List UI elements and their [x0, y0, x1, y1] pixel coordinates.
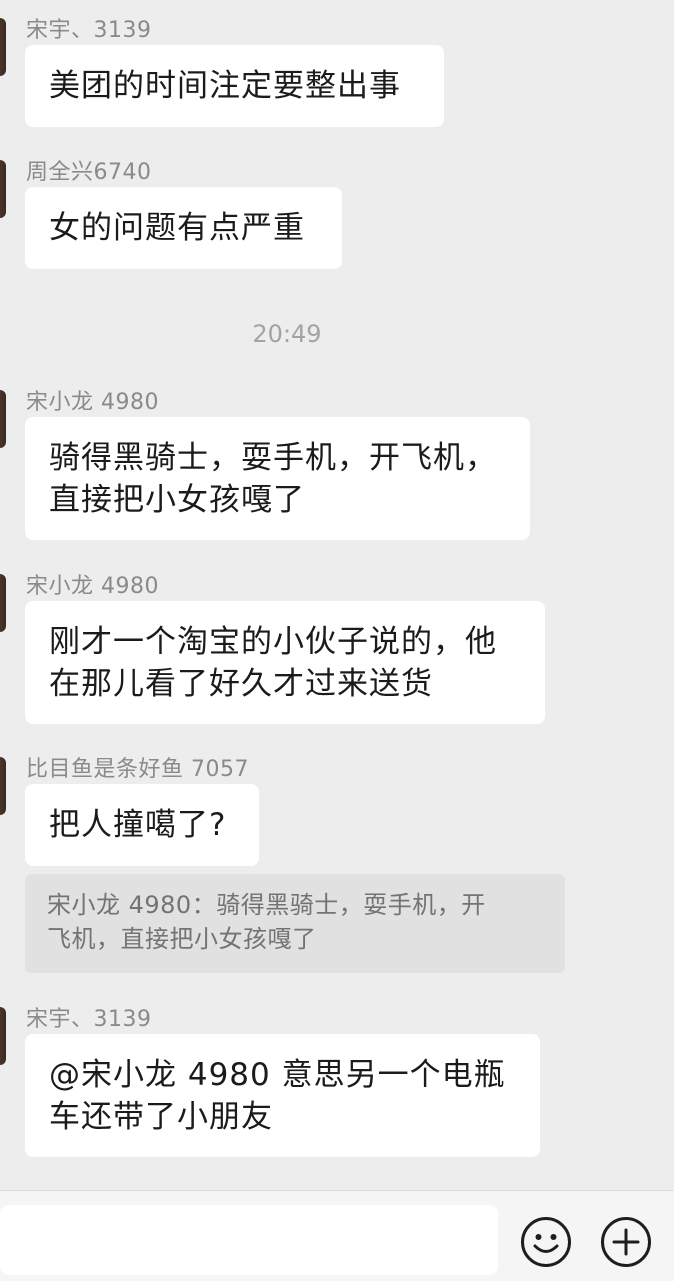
message-bubble[interactable]: 骑得黑骑士，耍手机，开飞机， 直接把小女孩嘎了 [25, 417, 530, 540]
message-text: 把人撞噶了? [49, 807, 227, 843]
avatar[interactable] [0, 1007, 6, 1065]
message-text: 骑得黑骑士，耍手机，开飞机， [49, 440, 497, 476]
message-input[interactable] [0, 1205, 498, 1275]
sender-name: 周全兴6740 [26, 160, 152, 185]
input-bar [0, 1190, 674, 1281]
sender-name: 比目鱼是条好鱼 7057 [26, 757, 249, 782]
avatar[interactable] [0, 160, 6, 218]
message-text: 美团的时间注定要整出事 [49, 68, 401, 104]
quote-text: 宋小龙 4980：骑得黑骑士，耍手机，开 [47, 891, 486, 919]
avatar[interactable] [0, 390, 6, 448]
chat-message-list[interactable]: 宋宇、3139 美团的时间注定要整出事 周全兴6740 女的问题有点严重 20:… [0, 0, 674, 1190]
avatar[interactable] [0, 574, 6, 632]
sender-name: 宋小龙 4980 [26, 574, 159, 599]
message-bubble[interactable]: 美团的时间注定要整出事 [25, 45, 444, 127]
message-text: 女的问题有点严重 [49, 210, 305, 246]
sender-name: 宋小龙 4980 [26, 390, 159, 415]
plus-circle-icon[interactable] [600, 1216, 652, 1268]
avatar[interactable] [0, 18, 6, 76]
time-divider: 20:49 [252, 320, 322, 348]
message-text: 直接把小女孩嘎了 [49, 482, 305, 518]
message-bubble[interactable]: 刚才一个淘宝的小伙子说的，他 在那儿看了好久才过来送货 [25, 601, 545, 724]
message-text: 车还带了小朋友 [49, 1099, 273, 1135]
sender-name: 宋宇、3139 [26, 1007, 152, 1032]
message-bubble[interactable]: @宋小龙 4980 意思另一个电瓶 车还带了小朋友 [25, 1034, 540, 1157]
sender-name: 宋宇、3139 [26, 18, 152, 43]
message-text: 在那儿看了好久才过来送货 [49, 666, 433, 702]
message-text: @宋小龙 4980 意思另一个电瓶 [49, 1057, 506, 1093]
quoted-reply[interactable]: 宋小龙 4980：骑得黑骑士，耍手机，开 飞机，直接把小女孩嘎了 [25, 874, 565, 973]
quote-text: 飞机，直接把小女孩嘎了 [47, 925, 317, 953]
avatar[interactable] [0, 757, 6, 815]
message-bubble[interactable]: 女的问题有点严重 [25, 187, 342, 269]
message-text: 刚才一个淘宝的小伙子说的，他 [49, 624, 497, 660]
message-bubble[interactable]: 把人撞噶了? [25, 784, 259, 866]
emoji-icon[interactable] [520, 1216, 572, 1268]
